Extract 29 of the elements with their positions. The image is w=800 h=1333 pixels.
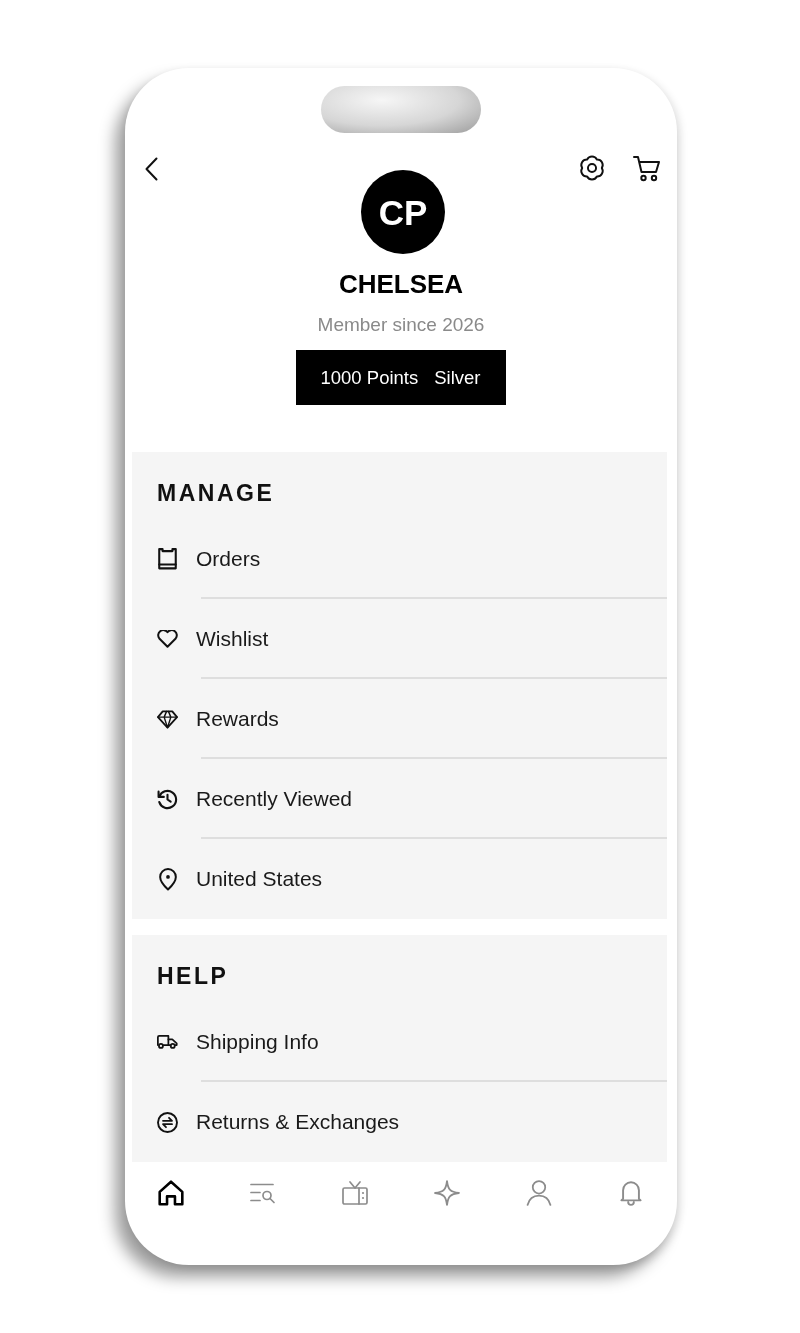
settings-icon[interactable] [579, 155, 605, 181]
tier-text: Silver [434, 366, 481, 389]
avatar-initials: CP [361, 170, 445, 254]
menu-item[interactable]: Orders [132, 519, 667, 599]
bell-icon[interactable] [618, 1180, 644, 1206]
user-name: CHELSEA [338, 269, 464, 299]
cart-icon[interactable] [633, 155, 661, 182]
diamond-icon [157, 709, 178, 729]
truck-icon [157, 1034, 178, 1050]
menu-item[interactable]: Shipping Info [132, 1002, 667, 1082]
section-heading: MANAGE [156, 479, 275, 507]
home-icon[interactable] [158, 1180, 184, 1206]
document-icon [157, 548, 178, 570]
menu-item[interactable]: United States [132, 839, 667, 919]
heart-icon [157, 630, 178, 648]
menu-item[interactable]: Recently Viewed [132, 759, 667, 839]
sparkle-icon[interactable] [434, 1180, 460, 1206]
menu-item[interactable]: Rewards [132, 679, 667, 759]
user-icon[interactable] [526, 1180, 552, 1206]
points-text: 1000 Points [320, 366, 419, 389]
chevron-left-icon[interactable] [145, 157, 158, 181]
exchange-icon [157, 1111, 178, 1133]
member-since-text: Member since 2026 [317, 314, 485, 336]
menu-item[interactable]: Returns & Exchanges [132, 1082, 667, 1162]
location-pin-icon [158, 867, 177, 891]
section-heading: HELP [156, 962, 229, 990]
menu-item[interactable]: Wishlist [132, 599, 667, 679]
history-icon [157, 788, 178, 810]
tv-icon[interactable] [342, 1180, 368, 1206]
